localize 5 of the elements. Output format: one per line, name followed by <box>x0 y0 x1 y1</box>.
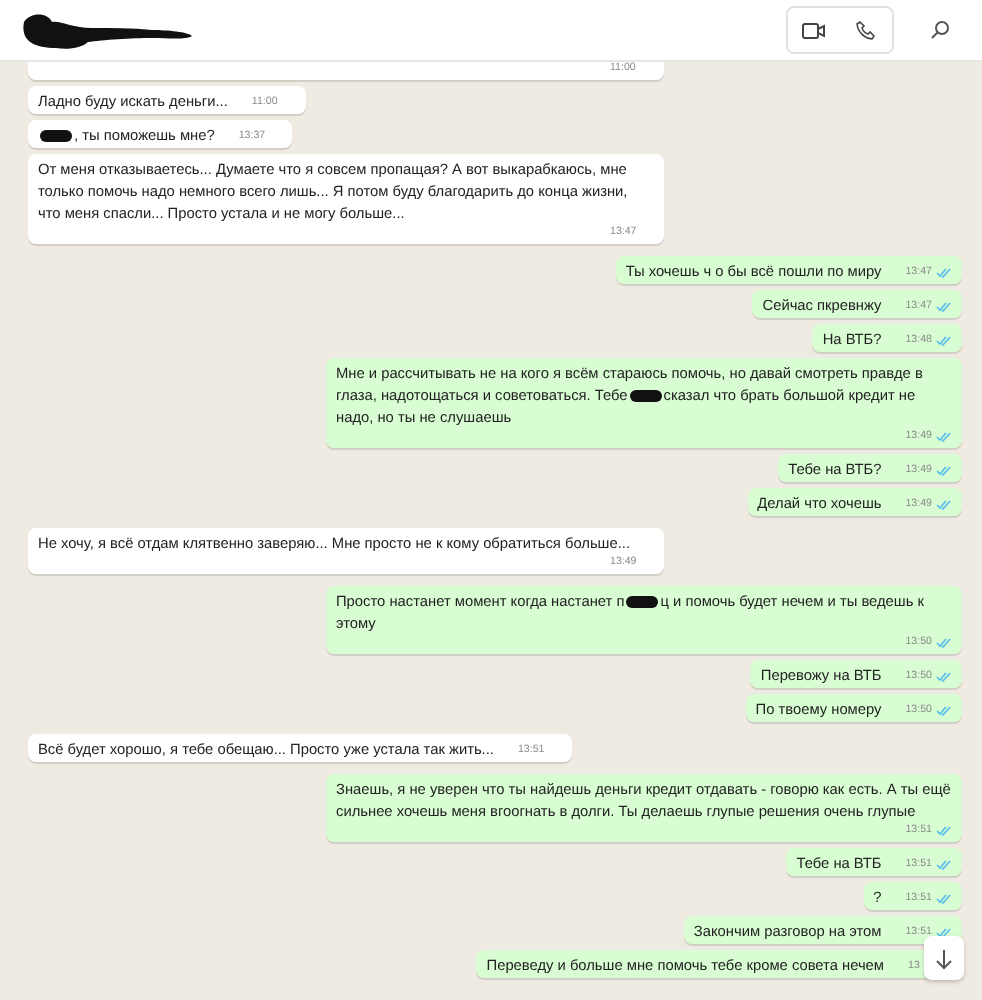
arrow-down-icon <box>934 947 954 969</box>
search-icon <box>930 20 950 40</box>
scroll-down-button[interactable] <box>924 936 964 980</box>
video-camera-icon <box>802 21 826 39</box>
phone-icon <box>856 20 876 40</box>
